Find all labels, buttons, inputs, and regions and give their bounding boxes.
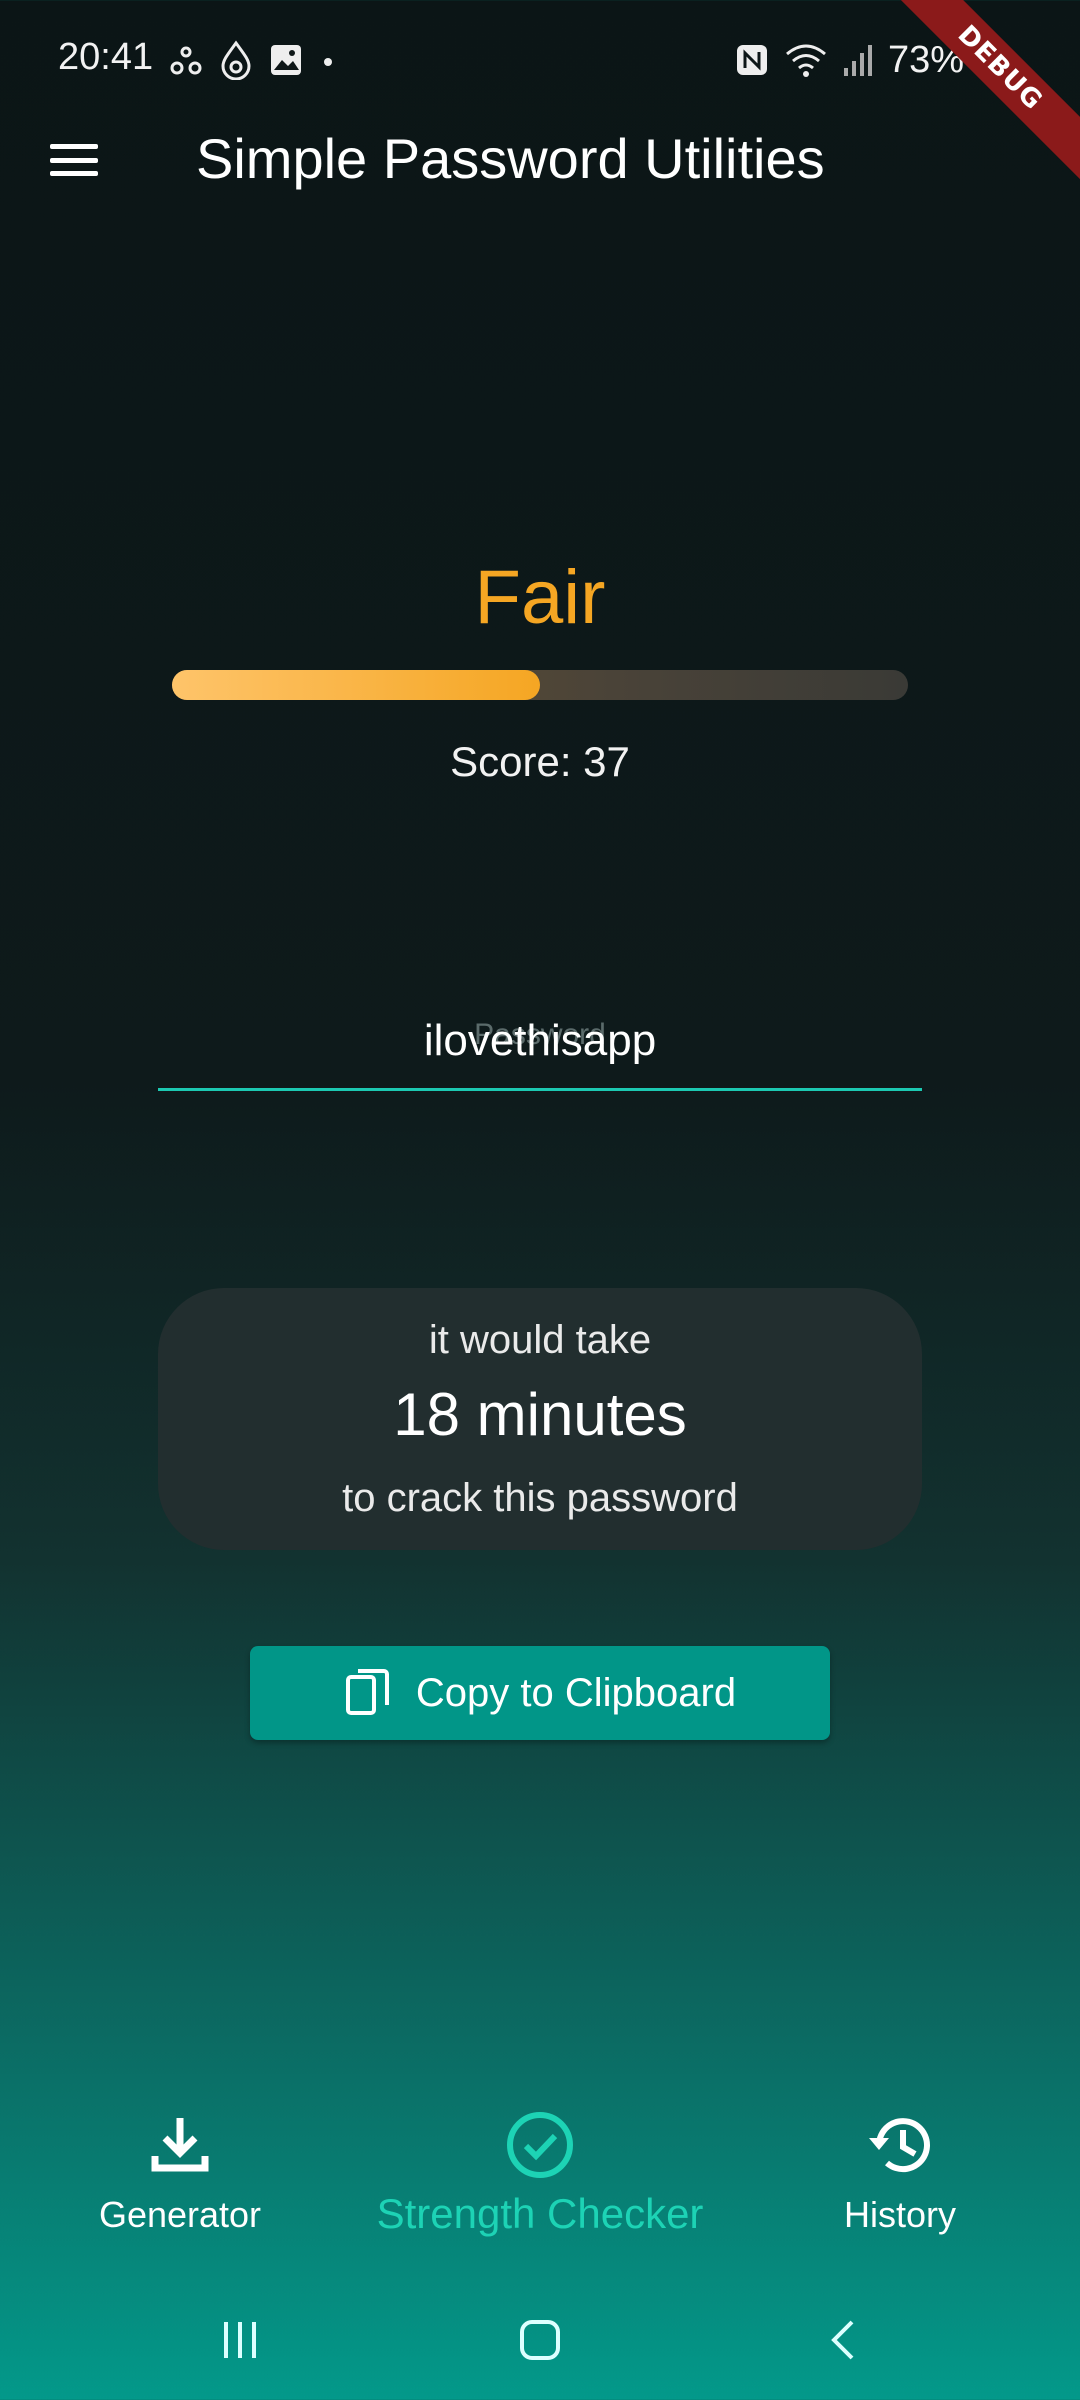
score-value: 37: [583, 738, 630, 785]
nav-label-generator: Generator: [98, 2194, 262, 2235]
back-button[interactable]: [804, 2310, 884, 2370]
water-drop-icon: [221, 40, 251, 80]
strength-bar-fill: [172, 670, 540, 700]
nav-label-history: History: [843, 2194, 956, 2235]
status-time: 20:41: [58, 36, 154, 78]
menu-icon-bar: [50, 157, 98, 163]
crack-time-card: it would take 18 minutes to crack this p…: [158, 1288, 922, 1550]
download-icon: [151, 2118, 209, 2172]
menu-button[interactable]: [44, 136, 104, 184]
signal-icon: [843, 45, 872, 76]
score-text: Score: 37: [0, 738, 1080, 786]
password-underline: [158, 1088, 922, 1091]
image-icon: [271, 45, 301, 75]
history-icon: [869, 2118, 930, 2173]
recent-apps-button[interactable]: [200, 2310, 280, 2370]
score-label: Score:: [450, 738, 572, 785]
crack-outro-text: to crack this password: [342, 1476, 738, 1520]
back-icon: [831, 2320, 854, 2360]
menu-icon-bar: [50, 144, 98, 149]
nav-item-strength-checker[interactable]: Strength Checker: [360, 2110, 720, 2260]
system-navigation-bar: [0, 2300, 1080, 2400]
menu-icon-bar: [50, 171, 98, 176]
crack-intro-text: it would take: [428, 1318, 652, 1362]
wifi-icon: [785, 44, 826, 77]
home-icon: [520, 2320, 560, 2360]
check-circle-icon: [507, 2112, 573, 2178]
drops-icon: [170, 46, 202, 75]
copy-to-clipboard-button[interactable]: Copy to Clipboard: [250, 1646, 830, 1740]
nav-item-history[interactable]: History: [720, 2110, 1080, 2260]
bottom-navigation: Generator Strength Checker History: [0, 2110, 1080, 2260]
recent-apps-icon: [224, 2322, 256, 2358]
app-title: Simple Password Utilities: [196, 127, 825, 190]
nfc-icon: [736, 45, 767, 75]
strength-bar: [172, 670, 908, 700]
copy-icon: [345, 1669, 389, 1715]
nav-label-strength-checker: Strength Checker: [376, 2190, 704, 2237]
strength-label: Fair: [474, 555, 606, 640]
dot-icon: [324, 58, 332, 66]
crack-time-value: 18 minutes: [393, 1381, 687, 1448]
nav-item-generator[interactable]: Generator: [0, 2110, 360, 2260]
home-button[interactable]: [500, 2310, 580, 2370]
copy-button-label: Copy to Clipboard: [415, 1670, 737, 1715]
password-input[interactable]: [158, 1016, 922, 1066]
status-left-icons: [168, 40, 338, 80]
